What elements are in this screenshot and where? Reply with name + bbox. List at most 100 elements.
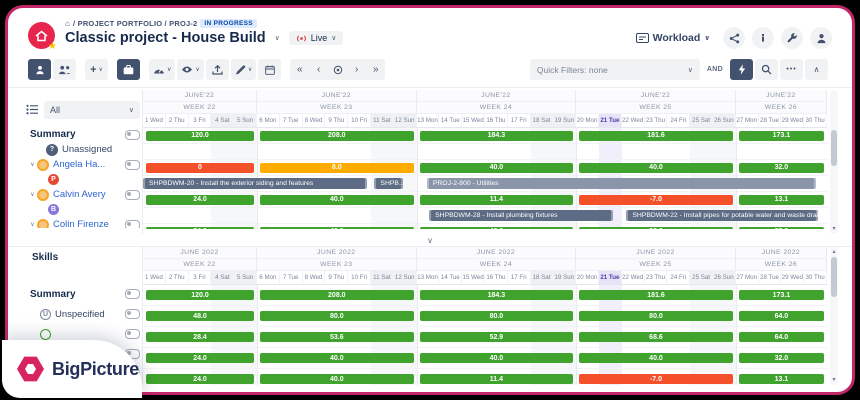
- export-button[interactable]: [206, 59, 229, 80]
- day-header-cell[interactable]: 30 Thu: [804, 271, 827, 284]
- day-header-cell[interactable]: 26 Sun: [713, 271, 736, 284]
- collapse-toolbar-button[interactable]: ∧: [805, 59, 828, 80]
- allocation-bar[interactable]: 53.6: [260, 332, 414, 342]
- day-header-cell[interactable]: 29 Wed: [781, 271, 804, 284]
- allocation-bar[interactable]: 208.0: [260, 131, 414, 141]
- sidebar-row-summary[interactable]: Summary: [24, 127, 142, 142]
- allocation-bar[interactable]: 13.1: [739, 195, 824, 205]
- calendar-button[interactable]: [258, 59, 281, 80]
- day-header-cell[interactable]: 9 Thu: [325, 114, 348, 127]
- person-name[interactable]: Calvin Avery: [53, 189, 121, 200]
- task-bar[interactable]: SHPB…: [374, 178, 403, 189]
- step-back-button[interactable]: ‹: [309, 59, 328, 80]
- day-header-cell[interactable]: 8 Wed: [303, 271, 326, 284]
- more-options-button[interactable]: •••: [780, 59, 803, 80]
- allocation-bar[interactable]: 64.0: [739, 311, 824, 321]
- day-header-cell[interactable]: 2 Thu: [166, 114, 189, 127]
- auto-bottom-up-button[interactable]: [730, 59, 753, 80]
- day-header-cell[interactable]: 3 Fri: [189, 271, 212, 284]
- allocation-bar[interactable]: 24.0: [146, 374, 254, 384]
- allocation-bar[interactable]: 11.4: [420, 195, 574, 205]
- allocation-bar[interactable]: 40.0: [260, 195, 414, 205]
- gauge-menu-button[interactable]: ∨: [149, 59, 175, 80]
- scrollbar-thumb[interactable]: [831, 130, 837, 166]
- day-header-cell[interactable]: 25 Sat: [690, 271, 713, 284]
- allocation-bar[interactable]: 48.0: [146, 311, 254, 321]
- day-header-cell[interactable]: 13 Mon: [417, 114, 440, 127]
- person-name[interactable]: Angela Ha...: [53, 159, 121, 170]
- allocation-bar[interactable]: 13.1: [739, 374, 824, 384]
- day-header-cell[interactable]: 12 Sun: [394, 114, 417, 127]
- day-header-cell[interactable]: 25 Sat: [690, 114, 713, 127]
- day-header-cell[interactable]: 5 Sun: [234, 271, 257, 284]
- day-header-cell[interactable]: 16 Thu: [485, 114, 508, 127]
- allocation-bar[interactable]: 24.0: [146, 353, 254, 363]
- day-header-cell[interactable]: 15 Wed: [462, 114, 485, 127]
- day-header-cell[interactable]: 19 Sun: [553, 114, 576, 127]
- task-bar[interactable]: SHPBDWM-22 - Install pipes for potable w…: [626, 210, 818, 221]
- allocation-bar[interactable]: 52.9: [420, 332, 574, 342]
- day-header-cell[interactable]: 28 Tue: [759, 271, 782, 284]
- day-header-cell[interactable]: 6 Mon: [257, 114, 280, 127]
- allocation-bar[interactable]: 24.0: [146, 227, 254, 230]
- row-list-icon[interactable]: [26, 104, 39, 115]
- sidebar-row-tasks[interactable]: B: [24, 202, 142, 217]
- allocation-bar[interactable]: 32.0: [739, 227, 824, 230]
- splitter-chevron-down-icon[interactable]: ∨: [427, 236, 433, 245]
- day-header-cell[interactable]: 18 Sat: [531, 271, 554, 284]
- allocation-bar[interactable]: 40.0: [579, 163, 733, 173]
- task-bar[interactable]: SHPBDWM-28 - Install plumbing fixtures: [429, 210, 613, 221]
- allocation-bar[interactable]: 40.0: [579, 353, 733, 363]
- row-toggle-switch[interactable]: [125, 220, 140, 229]
- allocation-bar[interactable]: 8.0: [260, 163, 414, 173]
- allocation-bar[interactable]: 184.3: [420, 290, 574, 300]
- title-chevron-down-icon[interactable]: ∨: [275, 34, 280, 42]
- allocation-bar[interactable]: 24.0: [146, 195, 254, 205]
- day-header-cell[interactable]: 17 Fri: [508, 114, 531, 127]
- allocation-bar[interactable]: 28.4: [146, 332, 254, 342]
- day-header-cell[interactable]: 26 Sun: [713, 114, 736, 127]
- allocation-bar[interactable]: 32.0: [739, 163, 824, 173]
- day-header-cell[interactable]: 24 Fri: [667, 114, 690, 127]
- allocation-bar[interactable]: -7.0: [579, 195, 733, 205]
- quick-filters-select[interactable]: Quick Filters: none ∨: [530, 59, 700, 80]
- scroll-down-icon[interactable]: ▾: [830, 376, 838, 384]
- day-header-cell[interactable]: 5 Sun: [234, 114, 257, 127]
- sidebar-row-summary[interactable]: Summary: [24, 284, 142, 304]
- allocation-bar[interactable]: 64.0: [739, 332, 824, 342]
- allocation-bar[interactable]: 80.0: [579, 311, 733, 321]
- breadcrumb-path[interactable]: / PROJECT PORTFOLIO / PROJ-2: [73, 19, 197, 28]
- day-header-cell[interactable]: 7 Tue: [280, 114, 303, 127]
- day-header-cell[interactable]: 14 Tue: [439, 114, 462, 127]
- day-header-cell[interactable]: 2 Thu: [166, 271, 189, 284]
- allocation-bar[interactable]: 40.0: [420, 163, 574, 173]
- allocation-bar[interactable]: 173.1: [739, 290, 824, 300]
- day-header-cell[interactable]: 22 Wed: [622, 271, 645, 284]
- day-header-cell[interactable]: 12 Sun: [394, 271, 417, 284]
- account-button[interactable]: [810, 27, 832, 49]
- settings-button[interactable]: [781, 27, 803, 49]
- day-header-cell[interactable]: 22 Wed: [622, 114, 645, 127]
- allocation-bar[interactable]: 40.0: [420, 227, 574, 230]
- day-header-cell[interactable]: 20 Mon: [576, 114, 599, 127]
- day-header-cell[interactable]: 15 Wed: [462, 271, 485, 284]
- day-header-cell[interactable]: 11 Sat: [371, 114, 394, 127]
- day-header-cell[interactable]: 23 Thu: [645, 271, 668, 284]
- breadcrumb[interactable]: ⌂ / PROJECT PORTFOLIO / PROJ-2 IN PROGRE…: [65, 19, 636, 28]
- row-toggle-switch[interactable]: [125, 190, 140, 200]
- day-header-cell[interactable]: 14 Tue: [439, 271, 462, 284]
- info-button[interactable]: [752, 27, 774, 49]
- allocation-bar[interactable]: 40.0: [420, 353, 574, 363]
- home-icon[interactable]: ⌂: [65, 19, 70, 28]
- day-header-cell[interactable]: 11 Sat: [371, 271, 394, 284]
- today-header-cell[interactable]: 21 Tue: [599, 271, 622, 284]
- day-header-cell[interactable]: 1 Wed: [143, 271, 166, 284]
- task-bar[interactable]: PROJ-2-800 - Utilities: [427, 178, 816, 189]
- scroll-up-icon[interactable]: ▴: [830, 248, 838, 256]
- today-header-cell[interactable]: 21 Tue: [599, 114, 622, 127]
- panel-splitter[interactable]: ∨: [8, 234, 852, 247]
- row-chevron-down-icon[interactable]: ∨: [28, 221, 37, 228]
- day-header-cell[interactable]: 16 Thu: [485, 271, 508, 284]
- edit-menu-button[interactable]: ∨: [231, 59, 256, 80]
- resources-scrollbar[interactable]: ▾: [830, 90, 838, 234]
